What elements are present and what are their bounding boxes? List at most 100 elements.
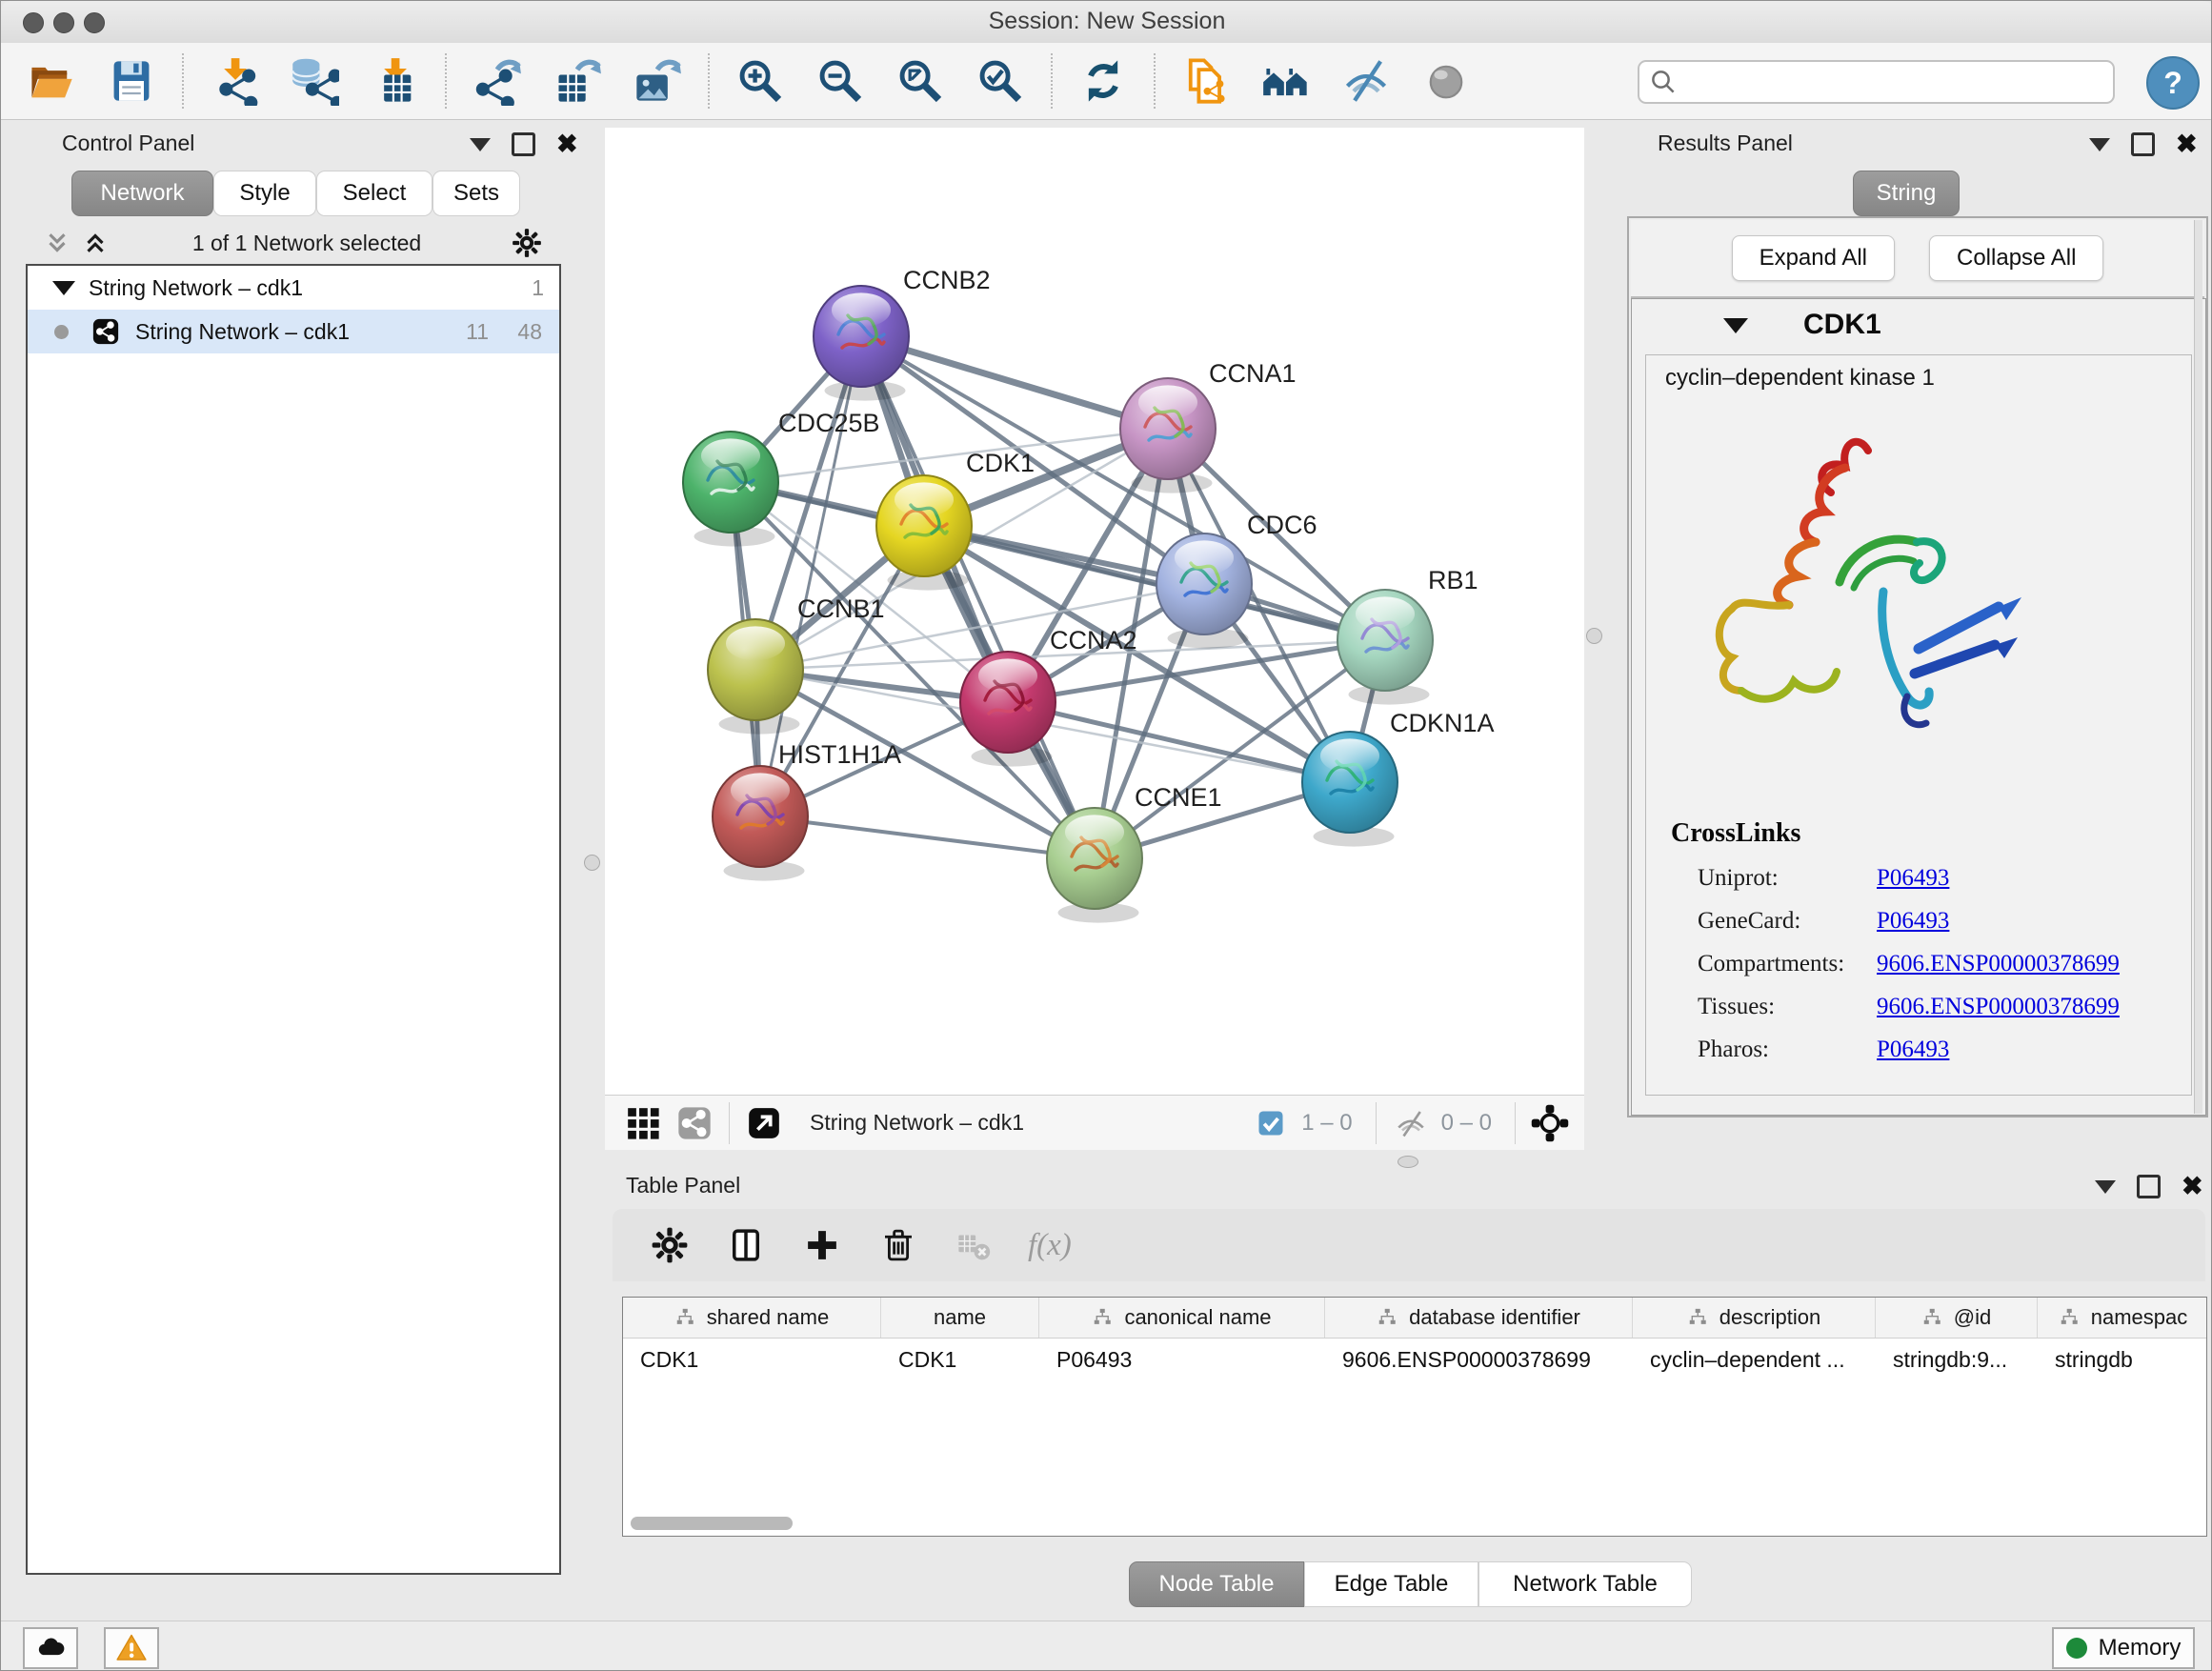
memory-button[interactable]: Memory xyxy=(2052,1627,2195,1669)
collapse-all-button[interactable]: Collapse All xyxy=(1929,235,2103,281)
refresh-network-icon xyxy=(1078,56,1128,106)
crosslink-link[interactable]: P06493 xyxy=(1877,1037,1949,1063)
results-panel-close-icon[interactable]: ✖ xyxy=(2176,135,2198,153)
table-cell[interactable]: CDK1 xyxy=(623,1347,881,1373)
application-window: Session: New Session ? Control Panel ✖ N… xyxy=(0,0,2212,1671)
fit-selected-crosshair-icon[interactable] xyxy=(1529,1102,1571,1144)
results-panel-float-icon[interactable] xyxy=(2131,132,2155,156)
add-column-button[interactable] xyxy=(799,1222,845,1268)
table-cell[interactable]: stringdb xyxy=(2038,1347,2207,1373)
control-panel-close-icon[interactable]: ✖ xyxy=(556,135,578,153)
column-header-name[interactable]: name xyxy=(881,1298,1039,1338)
import-network-file-button[interactable] xyxy=(207,53,262,109)
tab-network-table[interactable]: Network Table xyxy=(1478,1561,1692,1607)
export-table-button[interactable] xyxy=(550,53,605,109)
zoom-in-button[interactable] xyxy=(733,53,788,109)
tab-edge-table[interactable]: Edge Table xyxy=(1304,1561,1478,1607)
expand-all-button[interactable]: Expand All xyxy=(1732,235,1895,281)
column-header-namespac[interactable]: namespac xyxy=(2038,1298,2207,1338)
gene-section-collapse-icon[interactable] xyxy=(1723,318,1748,333)
search-icon xyxy=(1649,68,1678,96)
clear-table-button xyxy=(952,1222,997,1268)
network-node-CDC25B[interactable]: CDC25B xyxy=(683,409,880,547)
network-node-CCNE1[interactable]: CCNE1 xyxy=(1047,783,1222,923)
delete-column-button[interactable] xyxy=(875,1222,921,1268)
export-image-button[interactable] xyxy=(630,53,685,109)
node-label-CCNE1: CCNE1 xyxy=(1135,783,1222,812)
table-cell[interactable]: CDK1 xyxy=(881,1347,1039,1373)
table-panel-collapse-icon[interactable] xyxy=(2095,1180,2116,1194)
zoom-fit-button[interactable] xyxy=(893,53,948,109)
column-label: namespac xyxy=(2091,1305,2188,1330)
network-share-view-icon[interactable] xyxy=(674,1102,715,1144)
table-settings-button[interactable] xyxy=(647,1222,693,1268)
zoom-out-button[interactable] xyxy=(813,53,868,109)
crosslink-link[interactable]: P06493 xyxy=(1877,865,1949,892)
tab-select[interactable]: Select xyxy=(316,171,432,216)
column-header-shared-name[interactable]: shared name xyxy=(623,1298,881,1338)
control-panel-collapse-icon[interactable] xyxy=(470,138,491,151)
tab-style[interactable]: Style xyxy=(213,171,316,216)
export-network-button[interactable] xyxy=(470,53,525,109)
table-row[interactable]: CDK1CDK1P064939606.ENSP00000378699cyclin… xyxy=(623,1339,2206,1380)
help-button[interactable]: ? xyxy=(2146,56,2200,110)
selected-nodes-checkbox-icon[interactable] xyxy=(1250,1102,1292,1144)
network-node-RB1[interactable]: RB1 xyxy=(1337,566,1478,705)
table-cell[interactable]: cyclin–dependent ... xyxy=(1633,1347,1876,1373)
network-tree-row[interactable]: String Network – cdk1 11 48 xyxy=(28,310,559,353)
grid-view-icon[interactable] xyxy=(622,1102,664,1144)
search-input[interactable] xyxy=(1678,69,2113,95)
control-panel-float-icon[interactable] xyxy=(512,132,535,156)
open-session-button[interactable] xyxy=(24,53,79,109)
tree-expand-icon[interactable] xyxy=(52,281,75,295)
column-header-database-identifier[interactable]: database identifier xyxy=(1325,1298,1633,1338)
table-horizontal-scrollbar[interactable] xyxy=(631,1517,793,1530)
birds-eye-view-icon[interactable] xyxy=(743,1102,785,1144)
import-table-file-button[interactable] xyxy=(367,53,422,109)
bring-networks-front-button[interactable] xyxy=(1258,53,1314,109)
tab-node-table[interactable]: Node Table xyxy=(1129,1561,1304,1607)
collapse-all-networks-icon[interactable] xyxy=(43,229,71,257)
table-cell[interactable]: 9606.ENSP00000378699 xyxy=(1325,1347,1633,1373)
tab-string[interactable]: String xyxy=(1853,171,1960,216)
bring-networks-front-icon xyxy=(1261,56,1311,106)
column-header-canonical-name[interactable]: canonical name xyxy=(1039,1298,1325,1338)
search-box[interactable] xyxy=(1638,60,2115,104)
crosslink-link[interactable]: P06493 xyxy=(1877,908,1949,935)
table-cell[interactable]: P06493 xyxy=(1039,1347,1325,1373)
string-protein-query-button[interactable] xyxy=(1178,53,1234,109)
crosslink-link[interactable]: 9606.ENSP00000378699 xyxy=(1877,994,2120,1020)
show-all-button[interactable] xyxy=(1418,53,1474,109)
refresh-network-button[interactable] xyxy=(1076,53,1131,109)
tab-network[interactable]: Network xyxy=(71,171,213,216)
network-options-gear-icon[interactable] xyxy=(504,220,550,266)
control-panel-title: Control Panel xyxy=(62,131,194,156)
hide-selected-button[interactable] xyxy=(1338,53,1394,109)
table-panel-close-icon[interactable]: ✖ xyxy=(2182,1178,2203,1196)
cloud-status-button[interactable] xyxy=(23,1627,78,1669)
column-header-description[interactable]: description xyxy=(1633,1298,1876,1338)
table-cell[interactable]: stringdb:9... xyxy=(1876,1347,2038,1373)
edge-count: 48 xyxy=(517,319,542,345)
tab-sets[interactable]: Sets xyxy=(432,171,520,216)
select-columns-button[interactable] xyxy=(723,1222,769,1268)
left-splitter-handle[interactable] xyxy=(584,855,600,871)
results-scrollbar[interactable] xyxy=(2194,220,2202,1114)
node-label-RB1: RB1 xyxy=(1428,566,1478,594)
control-panel-tabs: NetworkStyleSelectSets xyxy=(71,171,520,216)
network-node-CCNA1[interactable]: CCNA1 xyxy=(1120,359,1297,493)
network-tree-row[interactable]: String Network – cdk1 1 xyxy=(28,266,559,310)
table-panel-float-icon[interactable] xyxy=(2137,1175,2161,1198)
import-network-database-button[interactable] xyxy=(287,53,342,109)
network-node-CDKN1A[interactable]: CDKN1A xyxy=(1302,709,1495,847)
column-header--id[interactable]: @id xyxy=(1876,1298,2038,1338)
crosslink-link[interactable]: 9606.ENSP00000378699 xyxy=(1877,951,2120,977)
results-panel-collapse-icon[interactable] xyxy=(2089,138,2110,151)
zoom-selected-button[interactable] xyxy=(973,53,1028,109)
save-session-button[interactable] xyxy=(104,53,159,109)
warnings-button[interactable] xyxy=(104,1627,159,1669)
network-canvas[interactable]: CCNB2 CCNA1 CDC25B CDK1 CDC6 RB1 CCNB1 xyxy=(605,128,1584,1095)
network-node-CCNB2[interactable]: CCNB2 xyxy=(814,266,991,401)
expand-all-networks-icon[interactable] xyxy=(81,229,110,257)
network-node-HIST1H1A[interactable]: HIST1H1A xyxy=(713,740,901,881)
